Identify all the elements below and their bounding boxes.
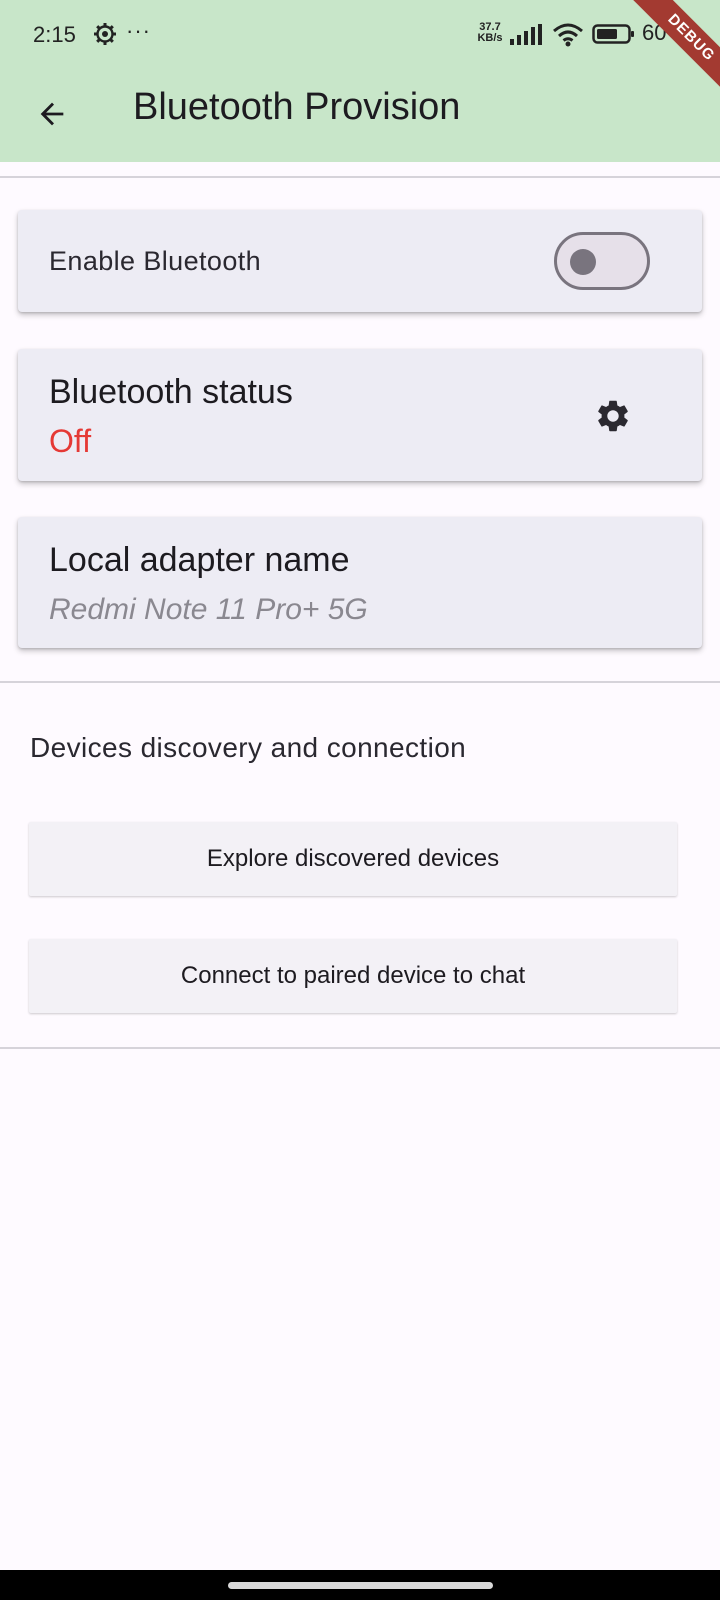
divider-bottom (0, 1047, 720, 1049)
discovery-section-title: Devices discovery and connection (30, 732, 467, 763)
cellular-signal-icon (510, 24, 542, 45)
status-time: 2:15 (33, 22, 76, 47)
more-notifications-icon: ··· (126, 18, 151, 43)
local-adapter-card: Local adapter name Redmi Note 11 Pro+ 5G (18, 517, 702, 648)
settings-icon[interactable] (594, 397, 632, 435)
arrow-back-icon (40, 102, 64, 126)
network-speed-unit: KB/s (477, 32, 503, 44)
divider-top (0, 176, 720, 178)
divider-middle (0, 681, 720, 683)
switch-knob (570, 249, 596, 275)
settings-gear-status-icon (94, 23, 116, 45)
home-gesture-handle[interactable] (228, 1582, 493, 1589)
page-title: Bluetooth Provision (133, 86, 461, 128)
bluetooth-status-card: Bluetooth status Off (18, 349, 702, 481)
network-speed: 37.7 KB/s (476, 22, 504, 44)
enable-bluetooth-card[interactable]: Enable Bluetooth (18, 210, 702, 312)
bluetooth-status-value: Off (49, 423, 92, 459)
enable-bluetooth-label: Enable Bluetooth (49, 246, 262, 276)
local-adapter-title: Local adapter name (49, 541, 350, 579)
back-button[interactable] (28, 90, 76, 138)
app-bar: Bluetooth Provision (0, 72, 720, 162)
header: 2:15 ··· 37.7 KB/s 60 DEBUG Bluetooth Pr… (0, 0, 720, 162)
wifi-icon (553, 23, 583, 47)
bluetooth-status-title: Bluetooth status (49, 373, 293, 411)
system-navigation-bar (0, 1570, 720, 1600)
local-adapter-name: Redmi Note 11 Pro+ 5G (49, 593, 368, 626)
enable-bluetooth-switch[interactable] (554, 232, 650, 290)
connect-paired-device-button[interactable]: Connect to paired device to chat (29, 939, 677, 1013)
explore-devices-button[interactable]: Explore discovered devices (29, 822, 677, 896)
